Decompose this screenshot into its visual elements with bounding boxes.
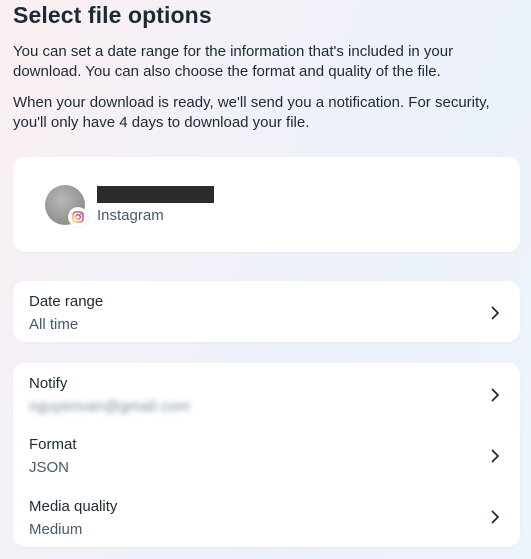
account-card: Instagram: [13, 157, 520, 252]
avatar-container: [45, 185, 88, 227]
notify-row[interactable]: Notify nguyenvan@gmail.com: [13, 365, 520, 421]
format-label: Format: [29, 436, 77, 453]
description-date-range: You can set a date range for the informa…: [13, 43, 454, 80]
media-quality-value: Medium: [29, 521, 83, 538]
notify-label: Notify: [29, 375, 68, 392]
account-name-redacted: [97, 186, 214, 203]
chevron-right-icon: [491, 388, 499, 402]
file-options-card: Notify nguyenvan@gmail.com Format JSON M…: [13, 363, 520, 547]
page-title: Select file options: [13, 2, 212, 28]
instagram-icon: [68, 207, 88, 227]
media-quality-row[interactable]: Media quality Medium: [13, 488, 520, 544]
date-range-row[interactable]: Date range All time: [13, 283, 520, 339]
date-range-label: Date range: [29, 293, 104, 310]
format-row[interactable]: Format JSON: [13, 426, 520, 482]
media-quality-label: Media quality: [29, 498, 118, 515]
format-value: JSON: [29, 459, 70, 476]
description-notification: When your download is ready, we'll send …: [13, 94, 490, 131]
notify-email-value: nguyenvan@gmail.com: [29, 398, 190, 415]
date-range-value: All time: [29, 316, 79, 333]
chevron-right-icon: [491, 510, 499, 524]
date-range-card: Date range All time: [13, 281, 520, 342]
chevron-right-icon: [491, 449, 499, 463]
chevron-right-icon: [491, 306, 499, 320]
account-platform: Instagram: [97, 207, 164, 224]
